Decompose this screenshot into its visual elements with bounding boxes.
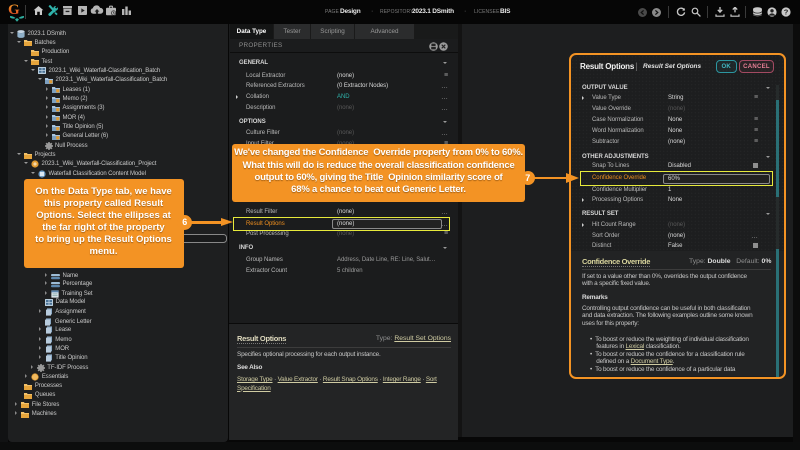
svg-text:?: ?	[784, 8, 789, 17]
